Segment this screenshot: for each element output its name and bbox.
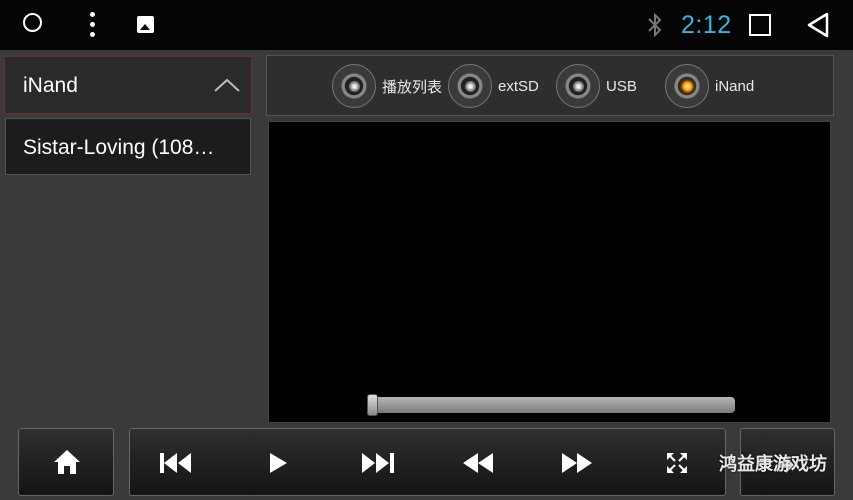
play-button[interactable] [258,446,298,480]
clock-time: 2:12 [681,11,732,39]
radio-knob-icon [332,64,376,108]
fullscreen-icon [667,453,687,473]
source-radio-label: 播放列表 [382,78,443,96]
transport-controls [129,428,726,496]
previous-track-icon [160,453,191,473]
source-radio-extsd[interactable]: extSD [448,64,539,108]
source-radio-label: USB [606,77,637,95]
fast-forward-button[interactable] [557,446,597,480]
file-item-label: Sistar-Loving (108… [23,136,215,159]
watermark-text: 鸿益康游戏坊 [719,454,827,474]
home-button[interactable] [18,428,114,496]
rewind-icon [463,453,493,473]
source-radio-inand[interactable]: iNand [665,64,754,108]
fast-forward-icon [562,453,592,473]
more-vert-icon[interactable] [90,12,96,38]
source-radio-usb[interactable]: USB [556,64,637,108]
source-radio-label: iNand [715,77,755,95]
image-icon [137,16,154,33]
radio-knob-icon [556,64,600,108]
rewind-button[interactable] [458,446,498,480]
recents-square-icon[interactable] [749,14,771,36]
next-track-icon [362,453,394,473]
seek-thumb[interactable] [367,394,378,416]
source-radio-label: extSD [498,77,539,95]
source-selector-bar: 播放列表 extSD USB iNand [266,55,834,116]
source-dropdown-label: iNand [23,74,78,97]
radio-knob-selected-icon [665,64,709,108]
radio-knob-icon [448,64,492,108]
seek-bar[interactable] [367,397,735,413]
source-dropdown[interactable]: iNand [4,56,252,114]
home-icon [54,450,80,474]
list-item[interactable]: Sistar-Loving (108… [5,118,251,175]
status-bar: 2:12 [0,0,853,50]
next-track-button[interactable] [357,446,397,480]
chevron-up-icon [214,78,240,92]
play-icon [270,453,287,473]
circle-icon[interactable] [23,13,42,32]
bluetooth-icon [648,12,662,38]
back-triangle-icon[interactable] [806,12,830,38]
source-radio-playlist[interactable]: 播放列表 [332,64,442,108]
video-display[interactable] [268,121,831,423]
previous-track-button[interactable] [157,446,197,480]
fullscreen-button[interactable] [657,446,697,480]
